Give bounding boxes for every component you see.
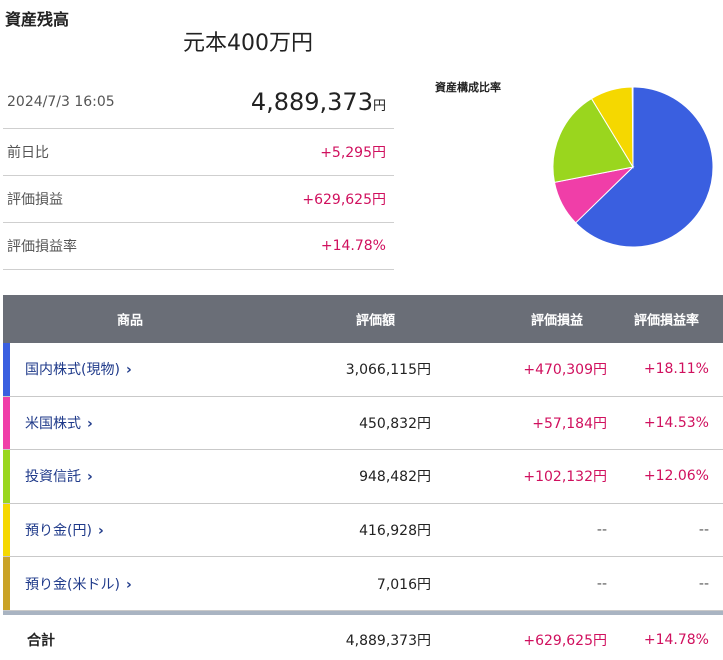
gain-rate-value: +14.78%: [320, 238, 386, 254]
valuation: 3,066,115円: [345, 362, 431, 379]
table-row-total: 合計 4,889,373円 +629,625円 +14.78%: [3, 615, 723, 660]
gain: +470,309円: [523, 362, 607, 379]
product-link-domestic-stocks[interactable]: 国内株式(現物) ›: [25, 359, 132, 379]
total-gain: +629,625円: [523, 632, 607, 649]
product-link-mutual-funds[interactable]: 投資信託 ›: [25, 466, 93, 486]
total-balance: 4,889,373円: [251, 88, 386, 116]
chevron-right-icon: ›: [125, 576, 132, 593]
product-name: 預り金(米ドル): [25, 576, 120, 593]
product-name: 預り金(円): [25, 523, 92, 540]
chevron-right-icon: ›: [87, 415, 93, 432]
principal-subtitle: 元本400万円: [183, 31, 313, 56]
summary-row-unrealized-gain: 評価損益 +629,625円: [3, 176, 394, 223]
header-gain: 評価損益: [531, 313, 584, 329]
total-gain-rate: +14.78%: [643, 631, 709, 648]
unrealized-gain-label: 評価損益: [7, 192, 63, 208]
product-link-us-stocks[interactable]: 米国株式 ›: [25, 413, 93, 433]
valuation: 450,832円: [359, 415, 431, 432]
valuation: 948,482円: [359, 469, 431, 486]
daily-change-label: 前日比: [7, 145, 49, 161]
summary-row-daily-change: 前日比 +5,295円: [3, 129, 394, 176]
gain-rate: +12.06%: [643, 468, 709, 485]
valuation: 7,016円: [376, 576, 431, 593]
total-label: 合計: [27, 632, 55, 649]
product-link-jpy-deposit[interactable]: 預り金(円) ›: [25, 520, 104, 540]
table-row-us-stocks: 米国株式 › 450,832円 +57,184円 +14.53%: [3, 396, 723, 451]
daily-change-value: +5,295円: [320, 145, 386, 161]
summary-row-gain-rate: 評価損益率 +14.78%: [3, 223, 394, 270]
gain-rate: --: [698, 522, 709, 539]
total-balance-value: 4,889,373: [250, 87, 373, 116]
summary-total-row: 2024/7/3 16:05 4,889,373円: [3, 75, 394, 129]
table-row-jpy-deposit: 預り金(円) › 416,928円 -- --: [3, 503, 723, 558]
allocation-pie-chart: [552, 86, 714, 248]
header-valuation: 評価額: [356, 313, 396, 329]
unrealized-gain-value: +629,625円: [302, 192, 386, 208]
table-row-mutual-funds: 投資信託 › 948,482円 +102,132円 +12.06%: [3, 450, 723, 504]
pie-title: 資産構成比率: [435, 81, 501, 94]
product-link-usd-deposit[interactable]: 預り金(米ドル) ›: [25, 574, 132, 594]
gain-rate: --: [698, 575, 709, 592]
product-name: 米国株式: [25, 415, 81, 432]
table-row-usd-deposit: 預り金(米ドル) › 7,016円 -- --: [3, 557, 723, 611]
color-bar: [3, 396, 10, 450]
color-bar: [3, 450, 10, 503]
gain: --: [596, 575, 607, 592]
gain-rate: +18.11%: [643, 361, 709, 378]
datetime: 2024/7/3 16:05: [7, 93, 115, 110]
chevron-right-icon: ›: [125, 362, 132, 379]
gain: +102,132円: [523, 469, 607, 486]
color-bar: [3, 557, 10, 610]
total-valuation: 4,889,373円: [345, 632, 431, 649]
gain-rate-label: 評価損益率: [7, 239, 77, 255]
gain: --: [596, 522, 607, 539]
color-bar: [3, 343, 10, 396]
gain-rate: +14.53%: [643, 414, 709, 431]
summary-panel: 2024/7/3 16:05 4,889,373円 前日比 +5,295円 評価…: [3, 75, 394, 270]
table-header: 商品 評価額 評価損益 評価損益率: [3, 295, 723, 343]
header-gain-rate: 評価損益率: [634, 313, 700, 329]
chevron-right-icon: ›: [87, 469, 93, 486]
section-title: 資産残高: [5, 10, 70, 29]
chevron-right-icon: ›: [97, 523, 104, 540]
color-bar: [3, 503, 10, 557]
gain: +57,184円: [532, 415, 607, 432]
holdings-table: 商品 評価額 評価損益 評価損益率 国内株式(現物) › 3,066,115円 +…: [3, 295, 723, 660]
valuation: 416,928円: [359, 523, 431, 540]
header-product: 商品: [117, 313, 144, 329]
product-name: 投資信託: [25, 469, 81, 486]
product-name: 国内株式(現物): [25, 362, 120, 379]
table-row-domestic-stocks: 国内株式(現物) › 3,066,115円 +470,309円 +18.11%: [3, 343, 723, 397]
total-balance-unit: 円: [372, 98, 386, 114]
